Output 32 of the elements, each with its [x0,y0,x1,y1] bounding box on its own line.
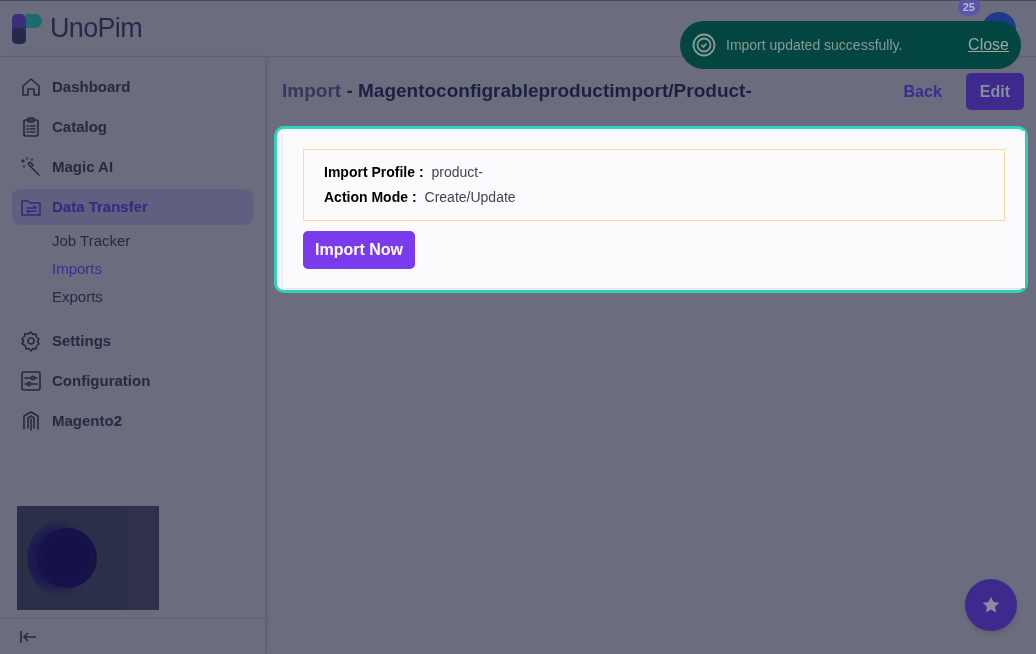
detail-value: Create/Update [424,188,516,207]
edit-button[interactable]: Edit [965,73,1024,110]
clipboard-icon [20,116,42,138]
detail-label: Action Mode : [324,188,417,207]
sidebar-item[interactable]: Magic AI [12,149,253,185]
favorite-button[interactable] [965,579,1017,631]
toast-message: Import updated successfully. [726,35,903,55]
logo-icon [12,13,42,44]
sidebar-item[interactable]: Settings [12,323,253,359]
detail-label: Import Profile : [324,163,424,182]
star-icon [981,595,1001,615]
collapse-icon[interactable] [20,630,38,643]
detail-value: product- [431,163,483,182]
magento-icon [20,410,42,432]
settings-icon [20,330,42,352]
logo-text: UnoPim [50,12,142,46]
home-icon [20,76,42,98]
sidebar-item[interactable]: Catalog [12,109,253,145]
sidebar-item[interactable]: Magento2 [12,403,253,439]
submenu-item[interactable]: Job Tracker [12,229,253,253]
notification-badge: 25 [957,0,980,16]
sidebar-item[interactable]: Dashboard [12,69,253,105]
sliders-icon [20,370,42,392]
magic-wand-icon [20,156,42,178]
back-link[interactable]: Back [903,79,942,104]
submenu-item[interactable]: Exports [12,285,253,309]
close-link[interactable]: Close [968,33,1009,57]
import-now-button[interactable]: Import Now [303,231,415,269]
check-circle-icon [692,33,716,57]
submenu-item[interactable]: Imports [12,257,253,281]
sidebar-item[interactable]: Configuration [12,363,253,399]
page-title: Import - Magentoconfigrableproductimport/Product- [282,79,752,104]
